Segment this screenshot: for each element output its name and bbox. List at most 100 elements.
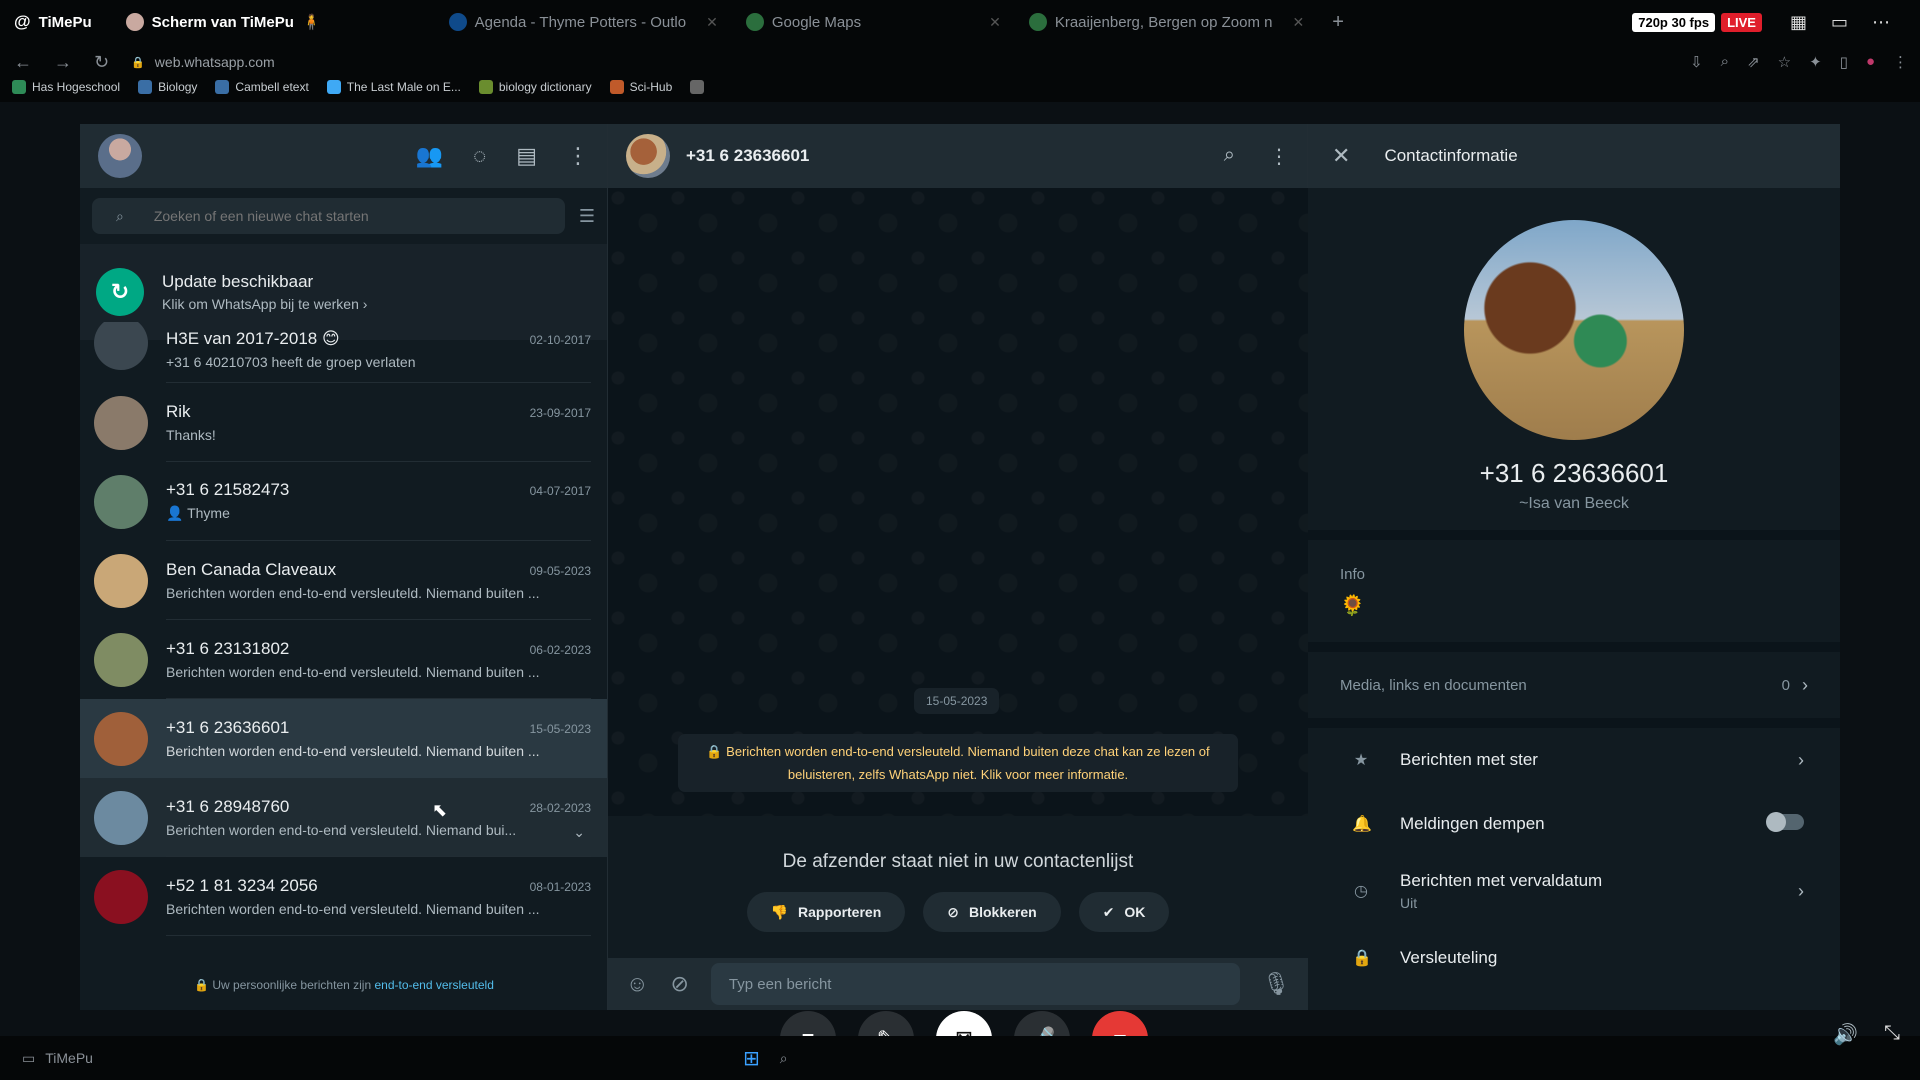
encryption[interactable]: 🔒 Versleuteling: [1308, 926, 1840, 990]
timer-icon: ◷: [1354, 883, 1368, 900]
new-chat-icon[interactable]: ▤: [516, 143, 537, 169]
chat-item[interactable]: +31 6 28948760 28-02-2023 Berichten worde…: [80, 778, 607, 857]
new-tab-button[interactable]: +: [1318, 0, 1358, 44]
sidebar-icon[interactable]: ▯: [1840, 53, 1848, 71]
tab-agenda[interactable]: Agenda - Thyme Potters - Outlo ✕: [435, 0, 732, 44]
microphone-icon[interactable]: 🎙: [1262, 971, 1290, 997]
my-avatar[interactable]: [98, 134, 142, 178]
window-icon[interactable]: ▭: [1831, 12, 1848, 33]
communities-icon[interactable]: 👥: [416, 143, 443, 169]
install-icon[interactable]: ⇩: [1690, 53, 1703, 71]
bookmark-has-hogeschool[interactable]: Has Hogeschool: [12, 80, 120, 94]
contact-info-pane: ✕ Contactinformatie +31 6 23636601 ~Isa …: [1308, 124, 1840, 1010]
contact-info-header: ✕ Contactinformatie: [1308, 124, 1840, 188]
whatsapp-app: 👥 ◌ ▤ ⋮ ⌕ ☰ ↻ Update beschikbaar Klik om…: [80, 124, 1840, 1010]
bookmark-last-male[interactable]: The Last Male on E...: [326, 80, 461, 94]
starred-messages[interactable]: ★ Berichten met ster ›: [1308, 728, 1840, 792]
star-icon[interactable]: ☆: [1778, 53, 1791, 71]
bookmark-cambell[interactable]: Cambell etext: [215, 80, 309, 94]
status-icon[interactable]: ◌: [473, 143, 486, 169]
chat-list: H3E van 2017-2018 😊 02-10-2017 +31 6 4021…: [80, 322, 607, 936]
refresh-icon: ↻: [96, 268, 144, 316]
search-input[interactable]: [153, 208, 514, 224]
tab-timepu[interactable]: @ TiMePu: [0, 0, 106, 44]
bookmarks-bar: Has Hogeschool Biology Cambell etext The…: [0, 72, 1920, 102]
report-button[interactable]: 👎 Rapporteren: [746, 892, 906, 932]
chat-item-selected[interactable]: +31 6 23636601 15-05-2023 Berichten worde…: [80, 699, 607, 778]
chat-item[interactable]: Rik 23-09-2017 Thanks!: [80, 383, 607, 462]
forward-icon[interactable]: →: [54, 52, 72, 73]
chat-item[interactable]: H3E van 2017-2018 😊 02-10-2017 +31 6 4021…: [80, 322, 607, 383]
divider: [1308, 642, 1840, 652]
encryption-notice[interactable]: 🔒 Berichten worden end-to-end versleutel…: [678, 734, 1238, 792]
windows-icon[interactable]: ⊞: [743, 1046, 760, 1071]
bookmark-icon: [609, 80, 624, 94]
back-icon[interactable]: ←: [14, 52, 32, 73]
search-row: ⌕ ☰: [80, 188, 607, 244]
message-input[interactable]: Typ een bericht: [710, 963, 1241, 1005]
chat-item[interactable]: +52 1 81 3234 2056 08-01-2023 Berichten w…: [80, 857, 607, 936]
url-field[interactable]: 🔒 web.whatsapp.com: [131, 54, 275, 70]
mute-notifications[interactable]: 🔔 Meldingen dempen: [1308, 792, 1840, 856]
attach-icon[interactable]: ⊘: [670, 971, 688, 997]
chevron-down-icon[interactable]: ⌄: [573, 824, 585, 841]
taskbar-label: TiMePu: [45, 1050, 93, 1066]
chat-avatar: [94, 790, 148, 845]
bell-icon: 🔔: [1352, 816, 1372, 833]
mute-toggle[interactable]: [1766, 811, 1804, 832]
media-links-docs[interactable]: Media, links en documenten 0 ›: [1308, 652, 1840, 718]
conversation-pane: +31 6 23636601 ⌕ ⋮ 15-05-2023 🔒 Berichte…: [608, 124, 1308, 1010]
conversation-header[interactable]: +31 6 23636601 ⌕ ⋮: [608, 124, 1307, 188]
bookmark-sci-hub[interactable]: Sci-Hub: [609, 80, 672, 94]
bookmark-icon: [690, 80, 705, 94]
chat-avatar: [94, 474, 148, 529]
zoom-icon[interactable]: ⌕: [1721, 53, 1729, 71]
live-badge: LIVE: [1721, 12, 1762, 32]
disappearing-messages[interactable]: ◷ Berichten met vervaldatum Uit ›: [1308, 856, 1840, 926]
menu-icon[interactable]: ⋮: [1893, 53, 1908, 71]
tab-screen-share[interactable]: Scherm van TiMePu 🧍: [112, 0, 335, 44]
search-box[interactable]: ⌕: [92, 198, 565, 234]
emoji-icon[interactable]: ☺: [626, 971, 648, 997]
user-avatar-icon: [125, 13, 144, 31]
close-tab-icon[interactable]: ✕: [706, 14, 718, 31]
maps-icon: [1028, 13, 1047, 31]
profile-icon[interactable]: ●: [1866, 53, 1875, 71]
chat-item[interactable]: +31 6 23131802 06-02-2023 Berichten worde…: [80, 620, 607, 699]
reload-icon[interactable]: ↻: [94, 52, 109, 73]
search-icon[interactable]: ⌕: [1224, 144, 1235, 169]
thumbs-down-icon: 👎: [770, 903, 789, 920]
bookmark-icon: [215, 80, 230, 94]
grid-icon[interactable]: ▦: [1790, 12, 1807, 33]
block-button[interactable]: ⊘ Blokkeren: [923, 892, 1061, 932]
e2e-footer: 🔒 Uw persoonlijke berichten zijn end-to-…: [194, 978, 494, 992]
bookmark-image[interactable]: [690, 80, 705, 94]
more-icon[interactable]: ⋯: [1872, 12, 1890, 33]
tab-google-maps[interactable]: Google Maps ✕: [732, 0, 1015, 44]
profile-section: +31 6 23636601 ~Isa van Beeck: [1308, 188, 1840, 530]
fullscreen-icon[interactable]: ⤡: [1884, 1022, 1900, 1047]
contact-avatar[interactable]: [626, 134, 670, 178]
ok-button[interactable]: ✔ OK: [1078, 892, 1170, 932]
bookmark-icon: [478, 80, 493, 94]
tab-kraaijenberg[interactable]: Kraaijenberg, Bergen op Zoom n ✕: [1015, 0, 1318, 44]
menu-icon[interactable]: ⋮: [1269, 144, 1289, 169]
contact-info-title: Contactinformatie: [1384, 146, 1518, 165]
browser-tab-bar: @ TiMePu Scherm van TiMePu 🧍 Agenda - Th…: [0, 0, 1920, 44]
share-icon[interactable]: ⇗: [1747, 53, 1760, 71]
profile-photo[interactable]: [1464, 220, 1684, 440]
close-tab-icon[interactable]: ✕: [989, 14, 1001, 31]
bookmark-biology-dictionary[interactable]: biology dictionary: [478, 80, 592, 94]
chat-item[interactable]: +31 6 21582473 04-07-2017 👤 Thyme: [80, 462, 607, 541]
e2e-link[interactable]: end-to-end versleuteld: [374, 978, 493, 992]
close-icon[interactable]: ✕: [1332, 143, 1350, 169]
bookmark-biology[interactable]: Biology: [138, 80, 197, 94]
filter-icon[interactable]: ☰: [579, 206, 595, 227]
chat-avatar: [94, 711, 148, 766]
extensions-icon[interactable]: ✦: [1809, 53, 1822, 71]
close-tab-icon[interactable]: ✕: [1292, 14, 1304, 31]
volume-icon[interactable]: 🔊: [1833, 1022, 1858, 1047]
chat-item[interactable]: Ben Canada Claveaux 09-05-2023 Berichten …: [80, 541, 607, 620]
search-icon[interactable]: ⌕: [780, 1050, 788, 1067]
menu-icon[interactable]: ⋮: [567, 143, 589, 169]
